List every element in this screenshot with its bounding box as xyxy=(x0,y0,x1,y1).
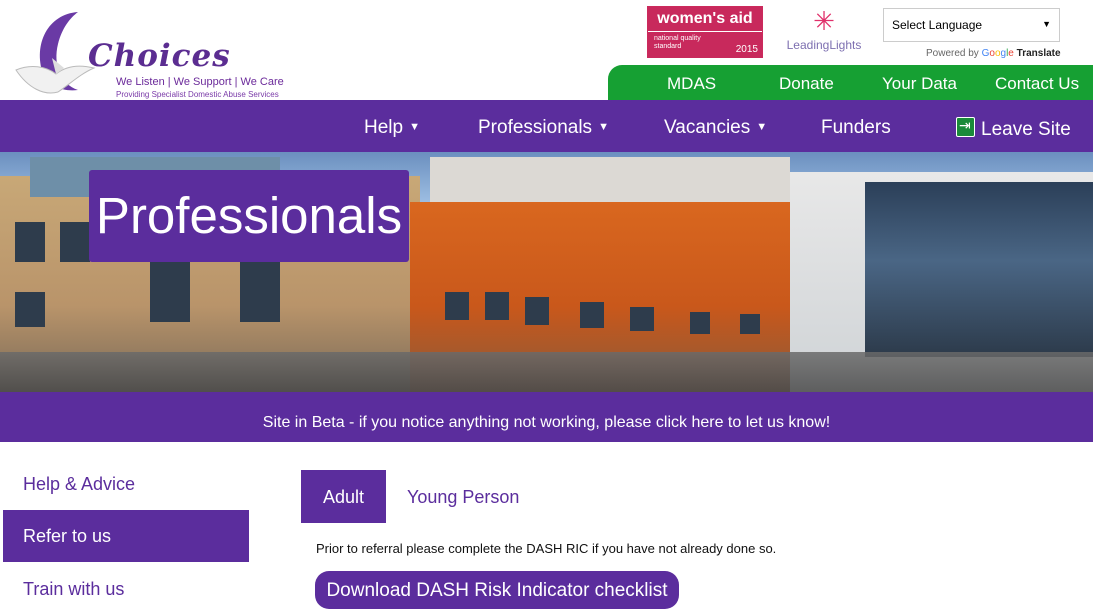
hero-window xyxy=(690,312,710,334)
referral-instructions: Prior to referral please complete the DA… xyxy=(316,541,777,556)
nav-link-your-data[interactable]: Your Data xyxy=(882,74,957,94)
nav-funders-label: Funders xyxy=(821,117,891,138)
language-select[interactable]: Select Language ▼ xyxy=(883,8,1060,42)
language-select-label: Select Language xyxy=(892,18,983,32)
nav-link-mdas[interactable]: MDAS xyxy=(667,74,716,94)
hero-window xyxy=(445,292,469,320)
womens-aid-badge[interactable]: women's aid national quality standard 20… xyxy=(647,6,763,58)
hero-window xyxy=(15,292,45,327)
beta-notice-link[interactable]: Site in Beta - if you notice anything no… xyxy=(0,392,1093,442)
translate-label: Translate xyxy=(1016,48,1061,59)
nav-professionals-label: Professionals xyxy=(478,117,593,138)
logo-tagline: We Listen | We Support | We Care xyxy=(116,76,284,88)
womens-aid-year: 2015 xyxy=(735,44,758,55)
hero-window xyxy=(150,262,190,322)
womens-aid-title: women's aid xyxy=(648,7,762,31)
secondary-nav: MDAS Donate Your Data Contact Us xyxy=(608,65,1093,101)
hero-window xyxy=(240,262,280,322)
logo-wordmark: Choices xyxy=(88,38,231,74)
caret-down-icon: ▼ xyxy=(756,121,768,133)
choices-logo[interactable]: Choices We Listen | We Support | We Care… xyxy=(8,4,308,102)
nav-link-donate[interactable]: Donate xyxy=(779,74,834,94)
hero-title: Professionals xyxy=(89,170,409,262)
main-nav: Help ▼ Professionals ▼ Vacancies ▼ Funders … xyxy=(0,100,1093,152)
nav-link-contact-us[interactable]: Contact Us xyxy=(995,74,1079,94)
nav-funders[interactable]: Funders xyxy=(821,117,891,139)
caret-down-icon: ▼ xyxy=(409,121,420,133)
hero-window xyxy=(580,302,604,328)
hero-window xyxy=(485,292,509,320)
hero-window xyxy=(630,307,654,331)
hero-ground xyxy=(0,352,1093,392)
leading-lights-icon: ✳ xyxy=(813,6,835,36)
hero-window xyxy=(60,222,90,262)
leading-lights-label: LeadingLights xyxy=(786,38,862,52)
leading-lights-badge[interactable]: ✳ LeadingLights xyxy=(776,6,872,60)
leave-site-button[interactable]: Leave Site xyxy=(956,117,1071,141)
nav-professionals[interactable]: Professionals ▼ xyxy=(478,117,609,139)
sidebar-item-refer-to-us[interactable]: Refer to us xyxy=(3,510,249,562)
nav-vacancies-label: Vacancies xyxy=(664,117,751,138)
nav-help[interactable]: Help ▼ xyxy=(364,117,420,139)
leave-site-label: Leave Site xyxy=(981,119,1071,140)
hero-window xyxy=(15,222,45,262)
google-logo: Google xyxy=(981,48,1014,59)
hero-window xyxy=(740,314,760,334)
logo-subtitle: Providing Specialist Domestic Abuse Serv… xyxy=(116,90,279,99)
nav-help-label: Help xyxy=(364,117,404,138)
hero-glass-facade xyxy=(865,182,1093,357)
hero-window xyxy=(525,297,549,325)
caret-down-icon: ▼ xyxy=(598,121,609,133)
sidebar-item-help-advice[interactable]: Help & Advice xyxy=(0,458,248,510)
nav-vacancies[interactable]: Vacancies ▼ xyxy=(664,117,767,139)
download-dash-button[interactable]: Download DASH Risk Indicator checklist xyxy=(315,571,679,609)
exit-icon xyxy=(956,117,975,137)
tab-adult[interactable]: Adult xyxy=(301,470,386,523)
site-header: Choices We Listen | We Support | We Care… xyxy=(0,0,1093,102)
womens-aid-standard: national quality standard 2015 xyxy=(648,32,762,58)
powered-prefix: Powered by xyxy=(926,48,979,59)
powered-by-google-translate[interactable]: Powered by Google Translate xyxy=(926,48,1061,59)
womens-aid-small-text: national quality standard xyxy=(654,35,701,50)
sidebar-item-train-with-us[interactable]: Train with us xyxy=(0,563,248,615)
hero-building-mid-top xyxy=(430,157,790,207)
tab-young-person[interactable]: Young Person xyxy=(407,470,519,523)
chevron-down-icon: ▼ xyxy=(1042,19,1051,29)
